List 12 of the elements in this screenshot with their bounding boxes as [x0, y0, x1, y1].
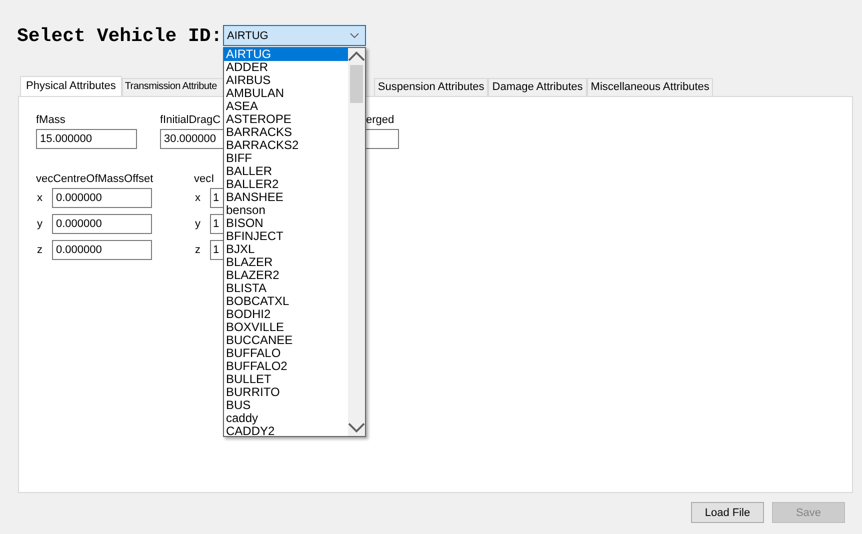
vector-label: vecCentreOfMassOffset — [36, 173, 154, 185]
select-label: Select Vehicle ID: — [17, 24, 223, 46]
field-label: fMass — [36, 114, 66, 126]
axis-label: y — [36, 218, 44, 230]
field-label: erged — [366, 114, 394, 126]
axis-label: x — [36, 192, 44, 204]
axis-label: z — [36, 244, 44, 256]
vector-label: vecI — [194, 173, 214, 185]
axis-label: x — [194, 192, 202, 204]
axis-label: z — [194, 244, 202, 256]
field-label: fInitialDragC — [160, 114, 221, 126]
axis-label: y — [194, 218, 202, 230]
